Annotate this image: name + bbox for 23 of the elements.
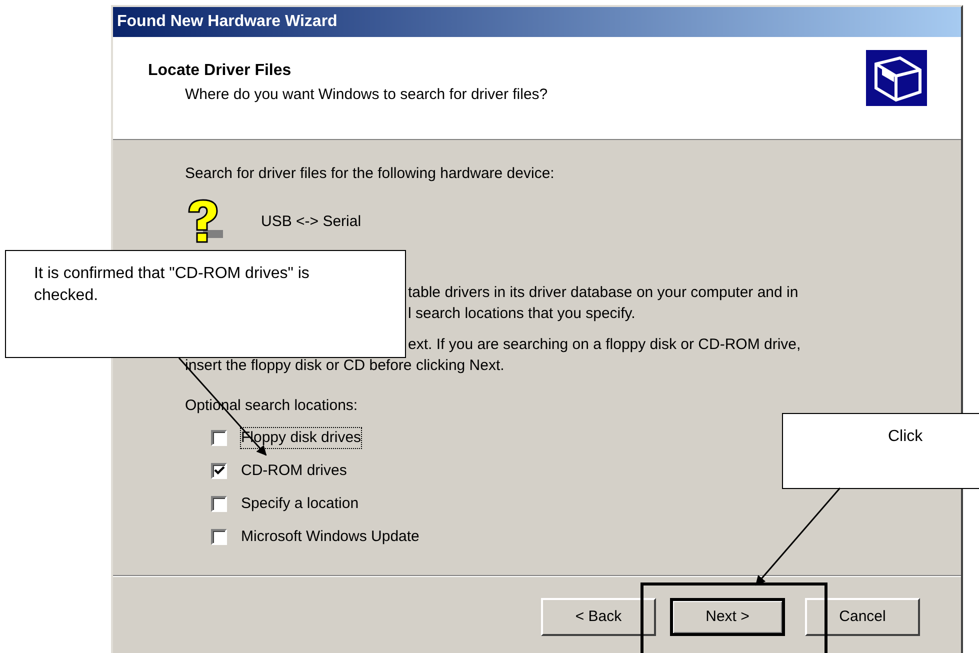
- hardware-icon: [866, 50, 927, 106]
- window-title: Found New Hardware Wizard: [113, 7, 961, 37]
- wizard-button[interactable]: Next >: [670, 598, 785, 636]
- page-subtitle: Where do you want Windows to search for driver files?: [184, 85, 549, 105]
- page-title: Locate Driver Files: [148, 61, 292, 81]
- body-text: table drivers in its driver database on your computer and in: [408, 283, 798, 303]
- checkbox-label[interactable]: Microsoft Windows Update: [241, 526, 420, 546]
- checkbox[interactable]: [211, 528, 227, 544]
- checkbox[interactable]: [211, 462, 227, 478]
- check-icon: [214, 465, 224, 476]
- body-text: l search locations that you specify.: [408, 304, 636, 324]
- body-text: ext. If you are searching on a floppy disk or CD-ROM drive,: [408, 335, 801, 355]
- checkbox-label[interactable]: CD-ROM drives: [241, 460, 347, 480]
- intro-text: Search for driver files for the following hardware device:: [185, 164, 556, 184]
- checkbox[interactable]: [211, 430, 227, 446]
- callout-box: Click: [782, 413, 979, 489]
- body-text: insert the floppy disk or CD before clicking Next.: [185, 356, 504, 376]
- callout-box: It is confirmed that "CD-ROM drives" is checked.: [5, 250, 406, 358]
- checkbox[interactable]: [211, 496, 227, 512]
- wizard-button[interactable]: Cancel: [805, 598, 920, 636]
- device-name: USB <-> Serial: [261, 212, 362, 232]
- checkbox-label[interactable]: Specify a location: [241, 494, 359, 514]
- wizard-button[interactable]: < Back: [541, 598, 656, 636]
